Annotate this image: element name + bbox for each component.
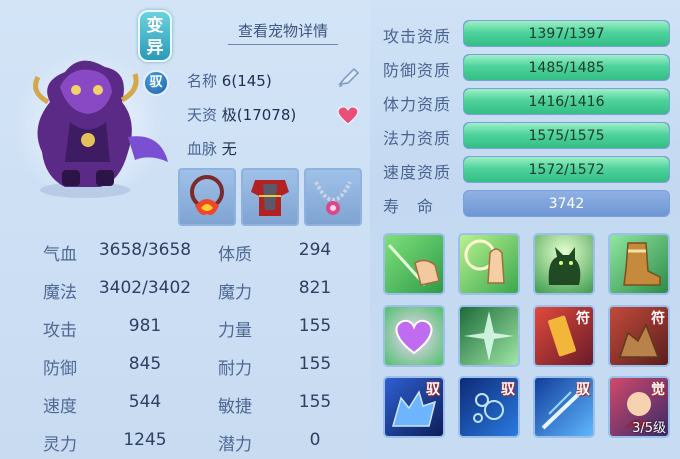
aptitude-bar: 1485/1485 bbox=[463, 54, 670, 81]
rename-pencil-icon[interactable] bbox=[336, 66, 362, 92]
heart-skill-icon bbox=[395, 319, 433, 355]
skill-slot-4[interactable] bbox=[608, 233, 670, 295]
aptitude-row-speed: 速度资质 1572/1572 bbox=[381, 156, 671, 184]
stat-value-defense: 845 bbox=[128, 354, 162, 374]
talisman-tag: 符 bbox=[651, 311, 665, 327]
stat-value-magic: 821 bbox=[298, 278, 332, 298]
stat-value-agility: 155 bbox=[298, 392, 332, 412]
aptitude-label: 防御资质 bbox=[383, 61, 452, 80]
skill-slot-2[interactable] bbox=[458, 233, 520, 295]
palm-skill-icon bbox=[464, 239, 505, 284]
bloodline-label: 血脉 bbox=[187, 140, 218, 158]
armor-icon bbox=[251, 180, 289, 216]
skill-slot-1[interactable] bbox=[383, 233, 445, 295]
pearl-necklace-icon bbox=[314, 181, 352, 215]
stat-value-mp: 3402/3402 bbox=[98, 278, 192, 298]
pet-talent-row: 天资 极(17078) bbox=[187, 104, 296, 125]
skill-slot-10[interactable]: 驭 bbox=[458, 376, 520, 438]
aptitude-value: 1575/1575 bbox=[528, 128, 605, 144]
awaken-level: 3/5级 bbox=[632, 421, 666, 436]
pet-bloodline-row: 血脉 无 bbox=[187, 138, 237, 159]
stat-label-defense: 防御 bbox=[43, 359, 77, 379]
name-value: 6(145) bbox=[221, 72, 272, 90]
pet-portrait[interactable] bbox=[10, 42, 180, 202]
shatter-skill-icon bbox=[464, 311, 514, 361]
aptitude-value: 1485/1485 bbox=[528, 60, 605, 76]
skill-slot-11[interactable]: 驭 bbox=[533, 376, 595, 438]
aptitude-bar: 1416/1416 bbox=[463, 88, 670, 115]
ride-tag: 驭 bbox=[576, 382, 590, 398]
skill-slot-7[interactable]: 符 bbox=[533, 305, 595, 367]
stat-value-endurance: 155 bbox=[298, 354, 332, 374]
aptitude-row-attack: 攻击资质 1397/1397 bbox=[381, 20, 671, 48]
aptitude-row-defense: 防御资质 1485/1485 bbox=[381, 54, 671, 82]
aptitude-label: 速度资质 bbox=[383, 163, 452, 182]
stat-label-attack: 攻击 bbox=[43, 321, 77, 341]
aptitude-value: 1416/1416 bbox=[528, 94, 605, 110]
stat-label-potential: 潜力 bbox=[218, 435, 252, 455]
aptitude-label: 法力资质 bbox=[383, 129, 452, 148]
skill-slot-6[interactable] bbox=[458, 305, 520, 367]
aptitude-value: 1397/1397 bbox=[528, 26, 605, 42]
ride-badge[interactable]: 驭 bbox=[143, 70, 169, 96]
stat-value-attack: 981 bbox=[128, 316, 162, 336]
aptitude-value: 1572/1572 bbox=[528, 162, 605, 178]
stat-label-endurance: 耐力 bbox=[218, 359, 252, 379]
lifespan-bar: 3742 bbox=[463, 190, 670, 217]
stat-label-spirit: 灵力 bbox=[43, 435, 77, 455]
stat-label-hp: 气血 bbox=[43, 245, 77, 265]
talent-value: 极(17078) bbox=[221, 106, 297, 124]
heart-icon[interactable] bbox=[336, 104, 360, 130]
stat-value-potential: 0 bbox=[309, 430, 321, 450]
stat-value-spirit: 1245 bbox=[123, 430, 167, 450]
stat-label-constitution: 体质 bbox=[218, 245, 252, 265]
aptitude-bar: 1572/1572 bbox=[463, 156, 670, 183]
name-label: 名称 bbox=[187, 72, 218, 90]
equip-slot-necklace-pearl[interactable] bbox=[304, 168, 362, 226]
fire-necklace-icon bbox=[190, 175, 224, 215]
stat-value-speed: 544 bbox=[128, 392, 162, 412]
stat-label-speed: 速度 bbox=[43, 397, 77, 417]
cat-skill-icon bbox=[548, 247, 581, 285]
talent-label: 天资 bbox=[187, 106, 218, 124]
ride-tag: 驭 bbox=[501, 382, 515, 398]
aptitude-label: 攻击资质 bbox=[383, 27, 452, 46]
stat-label-agility: 敏捷 bbox=[218, 397, 252, 417]
hand-skill-icon bbox=[387, 243, 440, 287]
stat-value-strength: 155 bbox=[298, 316, 332, 336]
mutant-badge: 变异 bbox=[138, 10, 172, 62]
bloodline-value: 无 bbox=[221, 140, 237, 158]
aptitude-label: 体力资质 bbox=[383, 95, 452, 114]
stat-label-mp: 魔法 bbox=[43, 283, 77, 303]
lifespan-label: 寿 命 bbox=[383, 197, 435, 216]
equip-slot-armor[interactable] bbox=[241, 168, 299, 226]
lifespan-row: 寿 命 3742 bbox=[381, 190, 671, 218]
pet-figure-icon bbox=[33, 60, 168, 198]
equip-slot-necklace-fire[interactable] bbox=[178, 168, 236, 226]
ride-tag: 驭 bbox=[426, 382, 440, 398]
aptitude-row-stamina: 体力资质 1416/1416 bbox=[381, 88, 671, 116]
skill-slot-5[interactable] bbox=[383, 305, 445, 367]
boot-skill-icon bbox=[623, 242, 661, 286]
stat-label-magic: 魔力 bbox=[218, 283, 252, 303]
lifespan-value: 3742 bbox=[548, 196, 585, 212]
awaken-tag: 觉 bbox=[651, 382, 665, 398]
aptitude-bar: 1397/1397 bbox=[463, 20, 670, 47]
stat-value-constitution: 294 bbox=[298, 240, 332, 260]
skill-slot-12[interactable]: 觉 3/5级 bbox=[608, 376, 670, 438]
skill-slot-3[interactable] bbox=[533, 233, 595, 295]
skill-slot-8[interactable]: 符 bbox=[608, 305, 670, 367]
aptitude-row-mana: 法力资质 1575/1575 bbox=[381, 122, 671, 150]
view-pet-details-link[interactable]: 查看宠物详情 bbox=[228, 20, 338, 45]
stat-value-hp: 3658/3658 bbox=[98, 240, 192, 260]
pet-name-row: 名称 6(145) bbox=[187, 70, 272, 91]
aptitude-bar: 1575/1575 bbox=[463, 122, 670, 149]
talisman-tag: 符 bbox=[576, 311, 590, 327]
stat-label-strength: 力量 bbox=[218, 321, 252, 341]
skill-slot-9[interactable]: 驭 bbox=[383, 376, 445, 438]
